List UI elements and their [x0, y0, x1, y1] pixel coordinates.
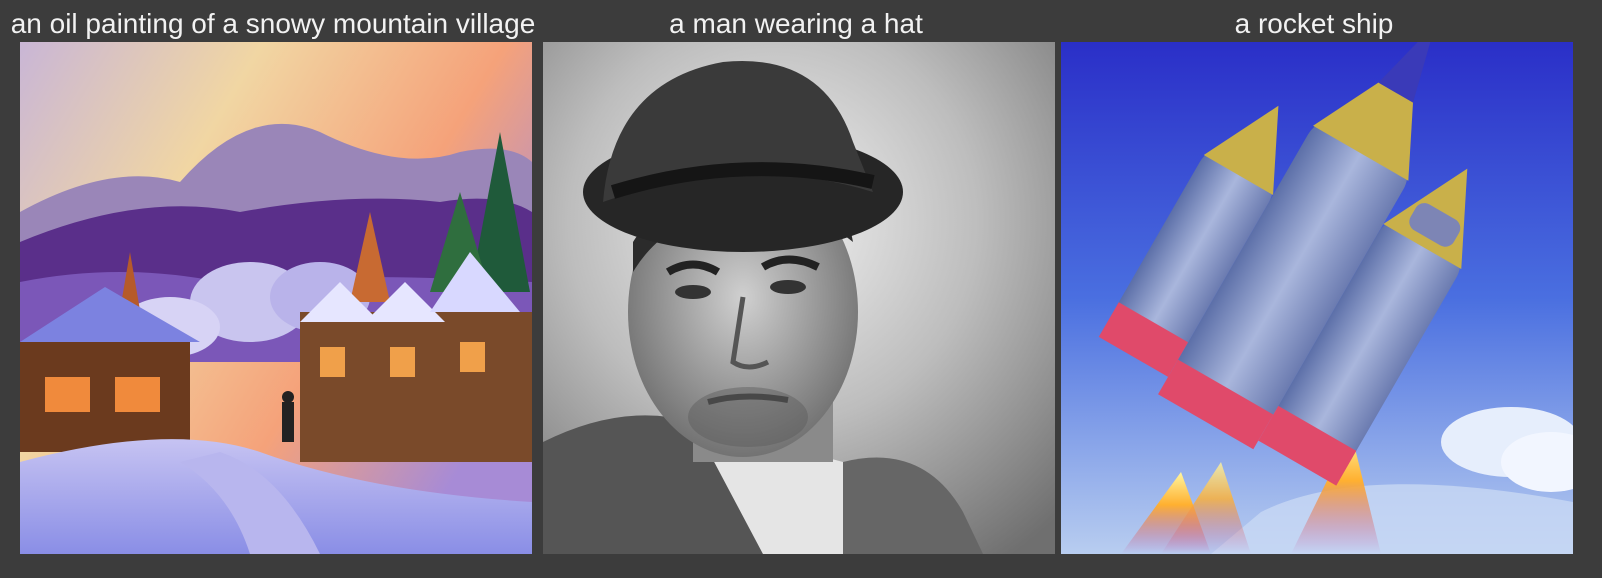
caption-man: a man wearing a hat — [669, 8, 923, 39]
caption-rocket: a rocket ship — [1234, 8, 1394, 39]
image-village[interactable] — [20, 42, 532, 554]
gallery-item-rocket: a rocket ship — [1058, 0, 1573, 560]
gallery-item-village: an oil painting of a snowy mountain vill… — [11, 0, 535, 560]
man-portrait-illustration — [543, 42, 1055, 554]
village-painting-illustration — [20, 42, 532, 554]
image-rocket[interactable] — [1061, 42, 1573, 554]
caption-village: an oil painting of a snowy mountain vill… — [10, 8, 536, 39]
image-man[interactable] — [543, 42, 1055, 554]
gallery-item-man: a man wearing a hat — [540, 0, 1055, 560]
rocket-ship-illustration — [1061, 42, 1573, 554]
image-gallery: an oil painting of a snowy mountain vill… — [0, 0, 1602, 578]
